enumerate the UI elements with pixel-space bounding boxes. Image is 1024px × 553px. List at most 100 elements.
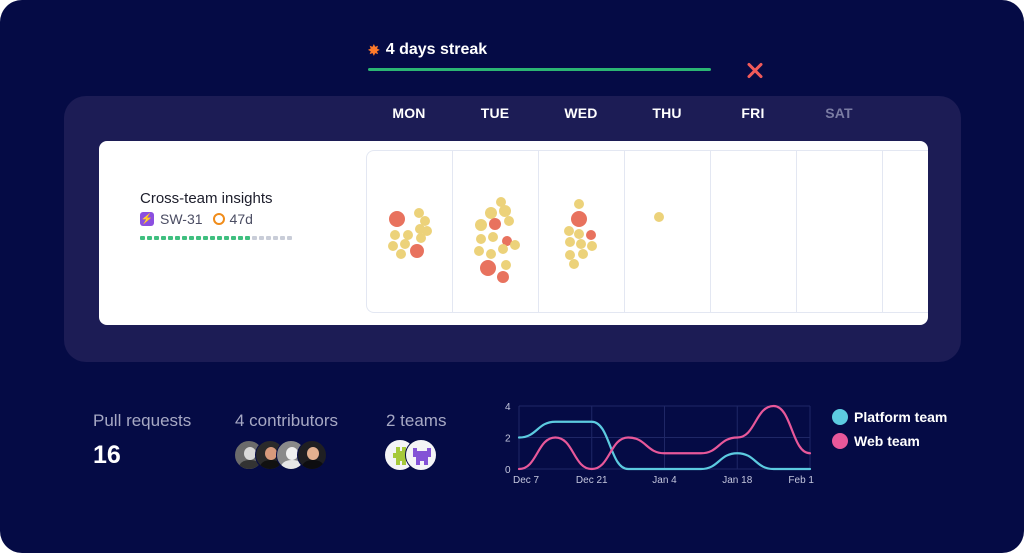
y-tick-label: 4 xyxy=(505,402,511,413)
progress-dash xyxy=(259,236,264,240)
activity-dot-small[interactable] xyxy=(498,244,508,254)
x-tick-label: Jan 18 xyxy=(722,475,752,486)
legend-swatch-platform xyxy=(832,409,848,425)
activity-dot-large[interactable] xyxy=(586,230,596,240)
progress-dash xyxy=(154,236,159,240)
day-column-mon xyxy=(367,151,453,312)
activity-dot-large[interactable] xyxy=(571,211,587,227)
teams-label: 2 teams xyxy=(386,411,447,430)
day-column-thu xyxy=(625,151,711,312)
cycle-ring-icon xyxy=(212,213,225,225)
activity-dot-small[interactable] xyxy=(390,230,400,240)
day-column-tue xyxy=(453,151,539,312)
activity-dot-small[interactable] xyxy=(564,226,574,236)
x-tick-label: Feb 1 xyxy=(788,475,814,486)
activity-dot-small[interactable] xyxy=(587,241,597,251)
activity-dot-small[interactable] xyxy=(574,199,584,209)
activity-dot-small[interactable] xyxy=(501,260,511,270)
chart-legend: Platform team Web team xyxy=(832,405,947,453)
progress-dash xyxy=(182,236,187,240)
progress-dash xyxy=(280,236,285,240)
progress-dash xyxy=(217,236,222,240)
legend-swatch-web xyxy=(832,433,848,449)
activity-dot-large[interactable] xyxy=(497,271,509,283)
lightning-icon: ⚡ xyxy=(140,212,154,226)
activity-dot-small[interactable] xyxy=(488,232,498,242)
avatar[interactable] xyxy=(297,440,327,470)
streak-indicator: ✸ 4 days streak xyxy=(368,38,713,71)
team-icons xyxy=(384,439,437,471)
activity-dot-small[interactable] xyxy=(578,249,588,259)
issue-title[interactable]: Cross-team insights xyxy=(140,190,292,207)
activity-grid xyxy=(366,150,928,313)
progress-dash xyxy=(161,236,166,240)
progress-dash xyxy=(140,236,145,240)
day-header-thu: THU xyxy=(652,105,682,121)
legend-item-platform[interactable]: Platform team xyxy=(832,405,947,429)
progress-dash xyxy=(196,236,201,240)
app-frame: ✸ 4 days streak MON TUE WED THU FRI SAT … xyxy=(0,0,1024,553)
progress-dash xyxy=(238,236,243,240)
progress-dash xyxy=(287,236,292,240)
activity-dot-small[interactable] xyxy=(486,249,496,259)
progress-dash xyxy=(175,236,180,240)
issue-card[interactable]: Cross-team insights ⚡ SW-31 47d xyxy=(99,141,928,325)
progress-dash xyxy=(245,236,250,240)
issue-age: 47d xyxy=(229,211,253,227)
day-column-extra xyxy=(883,151,928,312)
streak-label: 4 days streak xyxy=(385,41,488,58)
progress-dash xyxy=(231,236,236,240)
activity-dot-small[interactable] xyxy=(504,216,514,226)
y-tick-label: 2 xyxy=(505,434,511,445)
progress-dash xyxy=(203,236,208,240)
activity-dot-small[interactable] xyxy=(396,249,406,259)
issue-key[interactable]: SW-31 xyxy=(160,211,203,227)
issue-progress xyxy=(140,236,292,240)
activity-line-chart: 0 2 4 Dec 7 Dec 21 Jan 4 Jan 18 Feb 1 xyxy=(505,402,814,486)
activity-dot-small[interactable] xyxy=(654,212,664,222)
progress-dash xyxy=(252,236,257,240)
progress-dash xyxy=(224,236,229,240)
progress-dash xyxy=(147,236,152,240)
pull-requests-label: Pull requests xyxy=(93,411,192,430)
activity-dot-small[interactable] xyxy=(400,239,410,249)
activity-dot-small[interactable] xyxy=(569,259,579,269)
activity-dot-large[interactable] xyxy=(480,260,496,276)
streak-progress-bar xyxy=(368,68,711,71)
day-header-wed: WED xyxy=(564,105,598,121)
day-header-sat: SAT xyxy=(825,105,853,121)
activity-dot-large[interactable] xyxy=(410,244,424,258)
progress-dash xyxy=(210,236,215,240)
x-icon xyxy=(745,60,765,80)
pull-requests-value: 16 xyxy=(93,441,121,469)
activity-dot-small[interactable] xyxy=(474,246,484,256)
team-avatar-web[interactable] xyxy=(405,439,437,471)
activity-dot-small[interactable] xyxy=(576,239,586,249)
progress-dash xyxy=(266,236,271,240)
activity-dot-small[interactable] xyxy=(510,240,520,250)
day-column-sat xyxy=(797,151,883,312)
x-tick-label: Jan 4 xyxy=(652,475,677,486)
y-tick-label: 0 xyxy=(505,465,511,476)
x-tick-label: Dec 21 xyxy=(576,475,608,486)
activity-dot-small[interactable] xyxy=(565,237,575,247)
contributor-avatars xyxy=(234,440,327,470)
activity-dot-small[interactable] xyxy=(475,219,487,231)
activity-dot-small[interactable] xyxy=(416,233,426,243)
x-tick-label: Dec 7 xyxy=(513,475,540,486)
activity-dot-small[interactable] xyxy=(476,234,486,244)
activity-dot-large[interactable] xyxy=(489,218,501,230)
legend-item-web[interactable]: Web team xyxy=(832,429,947,453)
explosion-icon: ✸ xyxy=(368,42,380,58)
day-headers: MON TUE WED THU FRI SAT xyxy=(366,105,882,125)
day-header-mon: MON xyxy=(392,105,426,121)
web-team-icon xyxy=(413,448,431,465)
activity-dot-large[interactable] xyxy=(389,211,405,227)
activity-dot-small[interactable] xyxy=(574,229,584,239)
contributors-label: 4 contributors xyxy=(235,411,338,430)
progress-dash xyxy=(273,236,278,240)
progress-dash xyxy=(189,236,194,240)
progress-dash xyxy=(168,236,173,240)
day-header-fri: FRI xyxy=(741,105,765,121)
day-column-fri xyxy=(711,151,797,312)
